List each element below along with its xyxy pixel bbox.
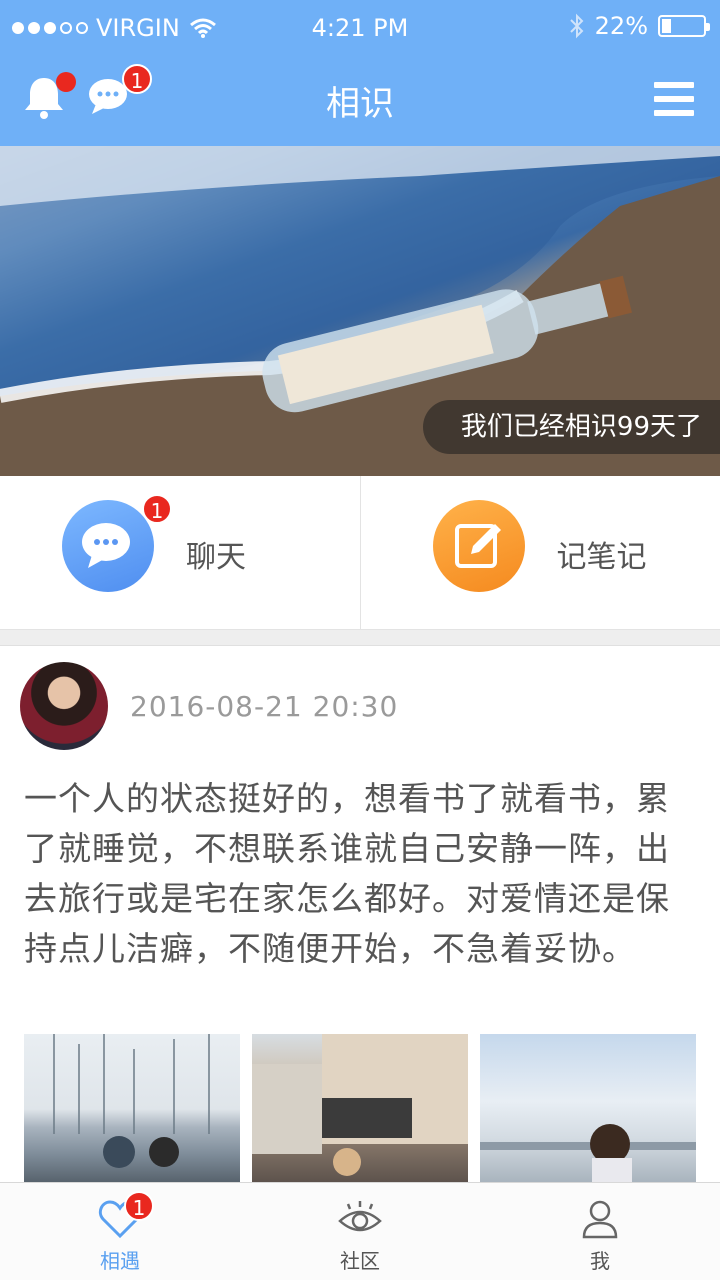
header: VIRGIN 4:21 PM 22% 1 相识 [0,0,720,146]
tab-me-label: 我 [590,1249,610,1273]
chat-icon [82,523,130,568]
eye-icon [338,1201,382,1232]
status-right: 22% [569,12,710,40]
tab-encounter-badge: 1 [124,1191,154,1221]
tab-community-label: 社区 [340,1249,380,1273]
post-photos [24,1034,696,1184]
battery-percent: 22% [594,12,648,40]
chat-circle [62,500,154,592]
battery-icon [658,15,710,37]
section-divider [0,630,720,646]
menu-icon[interactable] [654,82,694,116]
photo-seaside[interactable] [480,1034,696,1184]
person-icon [582,1200,618,1239]
note-button[interactable]: 记笔记 [359,476,720,629]
chat-label: 聊天 [186,540,246,575]
nav-bar: 1 相识 [0,56,720,146]
post-timestamp: 2016-08-21 20:30 [130,690,399,723]
status-bar: VIRGIN 4:21 PM 22% [0,0,720,56]
note-label: 记笔记 [556,540,647,575]
banner-caption: 我们已经相识99天了 [422,400,720,454]
tab-community[interactable]: 社区 [240,1183,480,1280]
photo-street[interactable] [252,1034,468,1184]
tab-encounter-label: 相遇 [100,1249,140,1273]
tab-me[interactable]: 我 [480,1183,720,1280]
photo-harbor[interactable] [24,1034,240,1184]
tab-encounter[interactable]: 1 相遇 [0,1183,240,1280]
note-circle [432,500,525,592]
post-text: 一个人的状态挺好的，想看书了就看书，累了就睡觉，不想联系谁就自己安静一阵，出去旅… [24,779,670,968]
action-row: 1 聊天 记笔记 [0,476,720,630]
page-title: 相识 [326,84,394,124]
pencil-note-icon [454,524,501,568]
bluetooth-icon [569,13,584,39]
avatar[interactable] [20,662,108,750]
tab-bar: 1 相遇 社区 我 [0,1182,720,1280]
chat-action-badge: 1 [142,494,172,524]
chat-button[interactable]: 1 聊天 [0,476,360,629]
banner-image: 我们已经相识99天了 [0,146,720,476]
